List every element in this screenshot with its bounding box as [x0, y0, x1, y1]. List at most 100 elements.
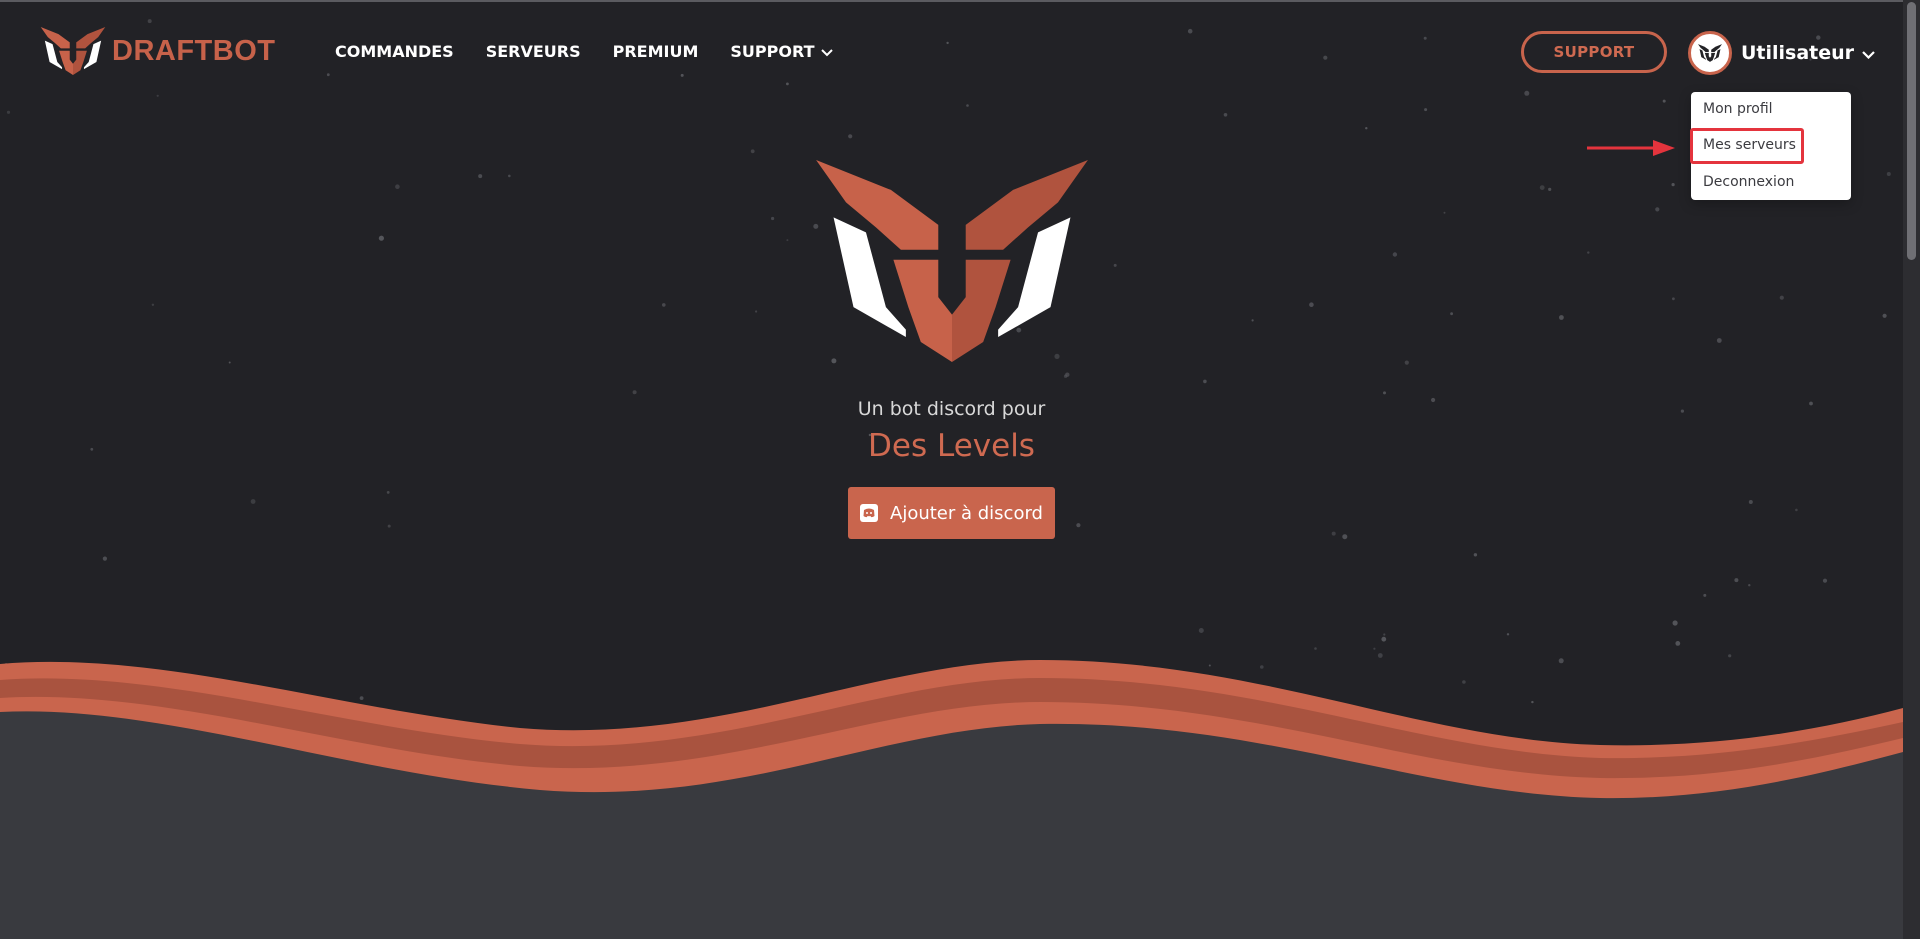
- star-dot: [1539, 185, 1545, 191]
- star-dot: [1392, 252, 1398, 257]
- star-dot: [1203, 379, 1207, 384]
- chevron-down-icon: [821, 42, 834, 61]
- star-dot: [1703, 593, 1707, 597]
- star-dot: [1065, 372, 1070, 377]
- user-avatar-logo-icon: [1698, 44, 1722, 62]
- star-dot: [508, 174, 511, 178]
- star-dot: [1383, 391, 1386, 395]
- star-dot: [1655, 207, 1660, 212]
- main-nav: COMMANDES SERVEURS PREMIUM SUPPORT: [335, 42, 865, 61]
- nav-premium[interactable]: PREMIUM: [613, 42, 699, 61]
- star-dot: [1748, 500, 1753, 504]
- star-dot: [1716, 338, 1722, 343]
- star-dot: [1548, 187, 1552, 191]
- star-dot: [1309, 302, 1314, 308]
- star-dot: [1076, 523, 1081, 528]
- star-dot: [1672, 297, 1675, 301]
- menu-item-deconnexion[interactable]: Deconnexion: [1703, 174, 1794, 190]
- star-dot: [1779, 295, 1784, 300]
- discord-icon: [860, 504, 879, 522]
- star-dot: [848, 134, 853, 139]
- star-dot: [1450, 312, 1453, 316]
- chevron-down-icon: [1862, 44, 1875, 63]
- brand-logo-link[interactable]: DRAFTBOT: [40, 27, 275, 75]
- hero-wave-decoration: [0, 660, 1903, 939]
- star-dot: [1748, 584, 1751, 587]
- add-to-discord-label: Ajouter à discord: [890, 502, 1043, 524]
- star-dot: [755, 310, 758, 313]
- star-dot: [102, 556, 107, 561]
- star-dot: [1383, 633, 1386, 636]
- star-dot: [1113, 263, 1117, 267]
- star-dot: [250, 499, 256, 504]
- star-dot: [147, 19, 152, 24]
- browser-top-border: [0, 0, 1920, 2]
- star-dot: [1734, 578, 1739, 583]
- nav-commandes-label: COMMANDES: [335, 42, 454, 61]
- star-dot: [750, 149, 755, 154]
- star-dot: [1587, 251, 1590, 254]
- star-dot: [786, 239, 789, 242]
- star-dot: [1822, 578, 1828, 583]
- star-dot: [680, 73, 684, 77]
- nav-serveurs-label: SERVEURS: [485, 42, 581, 61]
- star-dot: [662, 303, 666, 307]
- nav-support-dropdown[interactable]: SUPPORT: [730, 42, 834, 61]
- star-dot: [478, 174, 483, 179]
- star-dot: [786, 82, 789, 86]
- user-menu-toggle[interactable]: Utilisateur: [1688, 31, 1875, 75]
- annotation-arrow-icon: [1587, 140, 1675, 156]
- hero-rotating-text: Des Levels: [868, 428, 1035, 464]
- star-dot: [632, 390, 637, 395]
- star-dot: [1404, 360, 1409, 365]
- hero-tagline: Un bot discord pour: [857, 398, 1046, 420]
- star-dot: [1506, 633, 1510, 636]
- star-dot: [1198, 628, 1204, 633]
- star-dot: [1671, 183, 1675, 187]
- page-scrollbar[interactable]: [1903, 0, 1920, 939]
- menu-item-mon-profil[interactable]: Mon profil: [1703, 101, 1773, 117]
- nav-commandes[interactable]: COMMANDES: [335, 42, 454, 61]
- star-dot: [1672, 620, 1678, 626]
- hero-draftbot-logo-icon: [816, 160, 1088, 362]
- star-dot: [1323, 55, 1328, 60]
- star-dot: [378, 235, 384, 241]
- star-dot: [1559, 315, 1564, 320]
- star-dot: [966, 104, 969, 107]
- star-dot: [1423, 36, 1427, 40]
- star-dot: [1251, 319, 1254, 322]
- star-dot: [156, 94, 159, 97]
- star-dot: [1223, 113, 1228, 117]
- star-dot: [395, 184, 400, 189]
- star-dot: [1662, 99, 1666, 103]
- star-dot: [1795, 508, 1798, 512]
- star-dot: [1524, 90, 1530, 96]
- star-dot: [386, 491, 390, 494]
- username: Utilisateur: [1741, 42, 1855, 64]
- nav-premium-label: PREMIUM: [612, 42, 699, 61]
- avatar: [1688, 31, 1732, 75]
- star-dot: [1443, 211, 1446, 214]
- nav-support-label: SUPPORT: [730, 42, 815, 61]
- draftbot-logo-icon: [40, 27, 106, 75]
- star-dot: [326, 73, 330, 77]
- support-button[interactable]: SUPPORT: [1521, 31, 1667, 73]
- annotation-highlight-box: [1690, 128, 1804, 164]
- star-dot: [1424, 108, 1428, 112]
- page-viewport: DRAFTBOT COMMANDES SERVEURS PREMIUM SUPP…: [0, 0, 1903, 939]
- star-dot: [1473, 553, 1478, 557]
- star-dot: [1331, 531, 1336, 536]
- nav-serveurs[interactable]: SERVEURS: [486, 42, 581, 61]
- scrollbar-thumb[interactable]: [1907, 2, 1916, 260]
- star-dot: [387, 524, 391, 528]
- star-dot: [771, 216, 775, 221]
- add-to-discord-button[interactable]: Ajouter à discord: [848, 487, 1055, 539]
- star-dot: [1882, 313, 1887, 318]
- star-dot: [151, 303, 155, 306]
- star-dot: [1886, 172, 1891, 176]
- star-dot: [946, 41, 949, 45]
- star-dot: [6, 110, 11, 114]
- star-dot: [1365, 127, 1368, 130]
- star-dot: [1342, 534, 1348, 540]
- star-dot: [228, 361, 231, 364]
